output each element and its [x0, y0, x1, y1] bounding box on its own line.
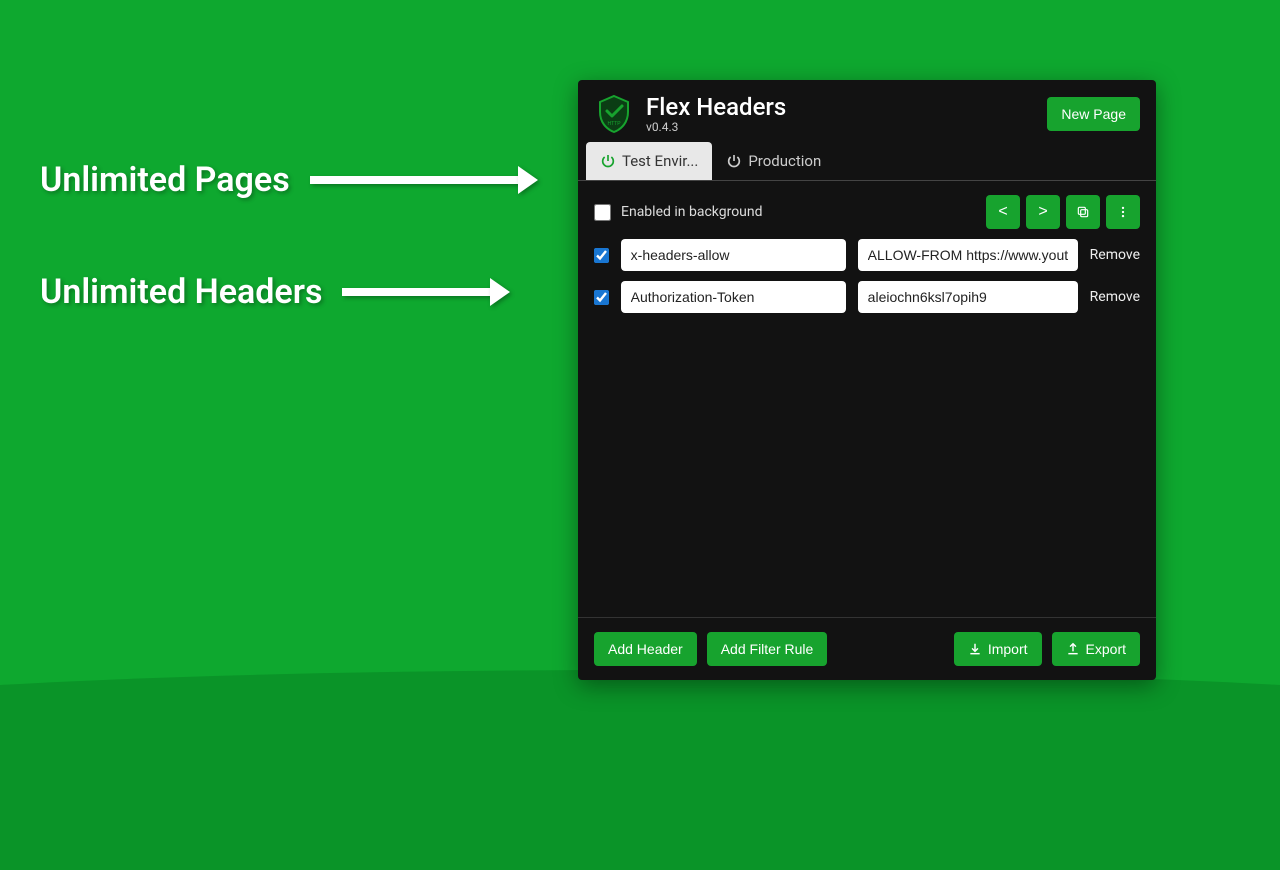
title-block: Flex Headers v0.4.3 [646, 94, 1047, 134]
add-filter-label: Add Filter Rule [721, 641, 814, 657]
shield-logo-icon: HTTP [594, 94, 634, 134]
arrow-icon [310, 176, 520, 184]
next-button[interactable]: > [1026, 195, 1060, 229]
toolbar: Enabled in background < > [578, 181, 1156, 239]
enabled-background-toggle[interactable]: Enabled in background [594, 204, 763, 221]
footer: Add Header Add Filter Rule Import Export [578, 617, 1156, 680]
arrow-icon [342, 288, 492, 296]
chevron-left-icon: < [998, 203, 1007, 221]
app-version: v0.4.3 [646, 120, 1047, 134]
callout-headers-text: Unlimited Headers [40, 272, 322, 312]
new-page-button[interactable]: New Page [1047, 97, 1140, 131]
svg-text:HTTP: HTTP [607, 121, 621, 127]
dots-vertical-icon [1116, 205, 1130, 219]
enabled-label: Enabled in background [621, 204, 763, 220]
more-button[interactable] [1106, 195, 1140, 229]
row-checkbox[interactable] [594, 289, 609, 306]
panel-header: HTTP Flex Headers v0.4.3 New Page [578, 80, 1156, 142]
enabled-checkbox[interactable] [594, 204, 611, 221]
row-checkbox[interactable] [594, 247, 609, 264]
header-key-input[interactable] [621, 239, 846, 271]
tab-label: Test Envir... [622, 152, 698, 170]
chevron-right-icon: > [1038, 203, 1047, 221]
tab-production[interactable]: Production [712, 142, 835, 180]
header-value-input[interactable] [858, 239, 1078, 271]
tab-label: Production [748, 152, 821, 170]
power-icon [600, 153, 616, 169]
copy-icon [1076, 205, 1090, 219]
remove-button[interactable]: Remove [1090, 247, 1140, 263]
header-row: Remove [594, 239, 1140, 271]
callout-headers: Unlimited Headers [40, 272, 492, 312]
callout-pages-text: Unlimited Pages [40, 160, 290, 200]
app-title: Flex Headers [646, 94, 1047, 120]
add-filter-rule-button[interactable]: Add Filter Rule [707, 632, 828, 666]
import-button[interactable]: Import [954, 632, 1042, 666]
export-button[interactable]: Export [1052, 632, 1140, 666]
header-row: Remove [594, 281, 1140, 313]
tab-test-environment[interactable]: Test Envir... [586, 142, 712, 180]
add-header-label: Add Header [608, 641, 683, 657]
extension-panel: HTTP Flex Headers v0.4.3 New Page Test E… [578, 80, 1156, 680]
upload-icon [1066, 642, 1080, 656]
download-icon [968, 642, 982, 656]
prev-button[interactable]: < [986, 195, 1020, 229]
power-icon [726, 153, 742, 169]
remove-button[interactable]: Remove [1090, 289, 1140, 305]
header-key-input[interactable] [621, 281, 846, 313]
tabs: Test Envir... Production [578, 142, 1156, 181]
header-rows: Remove Remove [578, 239, 1156, 617]
add-header-button[interactable]: Add Header [594, 632, 697, 666]
header-value-input[interactable] [858, 281, 1078, 313]
import-label: Import [988, 641, 1028, 657]
spacer [837, 632, 944, 666]
toolbar-actions: < > [986, 195, 1140, 229]
callout-pages: Unlimited Pages [40, 160, 520, 200]
duplicate-button[interactable] [1066, 195, 1100, 229]
new-page-label: New Page [1061, 106, 1126, 122]
background-wave [0, 670, 1280, 870]
export-label: Export [1086, 641, 1126, 657]
